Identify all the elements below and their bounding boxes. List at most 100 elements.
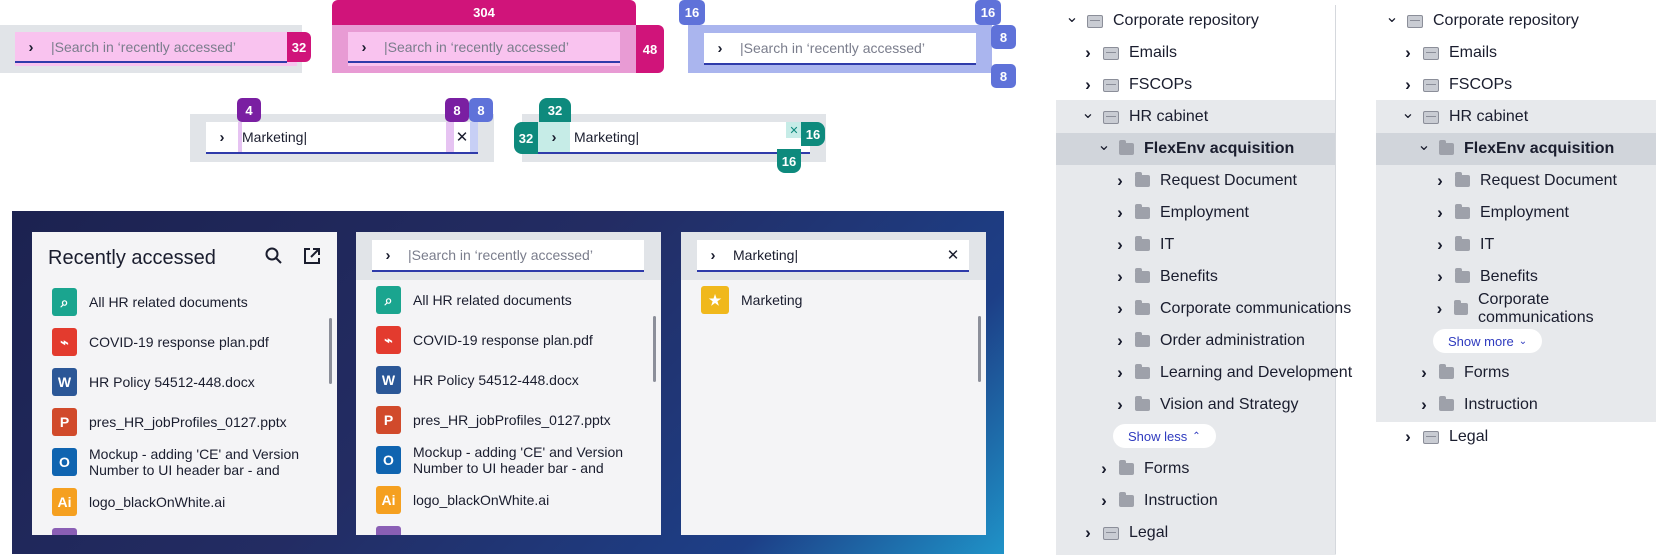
show-less-button[interactable]: Show less ⌃ — [1113, 424, 1216, 448]
tree-item[interactable]: › Legal — [1081, 517, 1168, 549]
scrollbar[interactable] — [329, 318, 332, 384]
tree-item[interactable]: › FSCOPs — [1081, 69, 1192, 101]
tree-item[interactable]: › Forms — [1417, 357, 1509, 389]
chevron-right-icon[interactable]: › — [1081, 75, 1095, 95]
list-item[interactable] — [32, 522, 337, 535]
list-item[interactable]: O Mockup - adding 'CE' and Version Number… — [32, 442, 337, 482]
chevron-right-icon[interactable]: › — [1113, 203, 1127, 223]
scrollbar[interactable] — [653, 316, 656, 382]
spec-badge: 16 — [975, 0, 1001, 25]
tree-root[interactable]: ⌄ Corporate repository — [1065, 5, 1259, 37]
tree-item[interactable]: › Order administration — [1113, 325, 1305, 357]
chevron-right-icon[interactable]: › — [1097, 459, 1111, 479]
search-input-value[interactable]: Marketing| — [733, 247, 798, 263]
chevron-right-icon[interactable]: › — [386, 247, 391, 264]
search-input-value[interactable]: Marketing| — [242, 129, 307, 145]
clear-icon[interactable]: ✕ — [943, 240, 963, 270]
tree-item[interactable]: › IT — [1433, 229, 1494, 261]
chevron-right-icon[interactable]: › — [1113, 171, 1127, 191]
chevron-down-icon[interactable]: ⌄ — [1417, 135, 1431, 155]
chevron-right-icon[interactable]: › — [718, 40, 723, 57]
list-item[interactable]: Ai logo_blackOnWhite.ai — [32, 482, 337, 522]
tree-item[interactable]: › Instruction — [1417, 389, 1538, 421]
list-item[interactable] — [356, 520, 661, 535]
chevron-right-icon[interactable]: › — [1113, 267, 1127, 287]
search-input-placeholder[interactable]: |Search in ‘recently accessed’ — [384, 39, 569, 55]
search-input-placeholder[interactable]: |Search in ‘recently accessed’ — [408, 247, 593, 263]
list-item[interactable]: ⌕ All HR related documents — [356, 280, 661, 320]
chevron-right-icon[interactable]: › — [1113, 395, 1127, 415]
list-item[interactable]: Ppres_HR_jobProfiles_0127.pptx — [32, 402, 337, 442]
list-item[interactable]: ★ Marketing — [681, 280, 986, 320]
tree-item[interactable]: › Corporate communications — [1113, 293, 1351, 325]
chevron-right-icon[interactable]: › — [1113, 299, 1127, 319]
tree-item[interactable]: ⌄ HR cabinet — [1081, 101, 1208, 133]
tree-item[interactable]: › IT — [1113, 229, 1174, 261]
chevron-right-icon[interactable]: › — [29, 39, 34, 56]
tree-item[interactable]: › Employment — [1433, 197, 1569, 229]
chevron-right-icon[interactable]: › — [1417, 363, 1431, 383]
chevron-down-icon[interactable]: ⌄ — [1401, 103, 1415, 123]
tree-root[interactable]: ⌄ Corporate repository — [1385, 5, 1579, 37]
tree-item[interactable]: ⌄ FlexEnv acquisition — [1097, 133, 1294, 165]
search-input-placeholder[interactable]: |Search in ‘recently accessed’ — [740, 40, 925, 56]
chevron-down-icon[interactable]: ⌄ — [1081, 103, 1095, 123]
chevron-right-icon[interactable]: › — [1113, 331, 1127, 351]
list-item[interactable]: Ppres_HR_jobProfiles_0127.pptx — [356, 400, 661, 440]
file-name: logo_blackOnWhite.ai — [89, 494, 226, 510]
list-item[interactable]: W HR Policy 54512-448.docx — [356, 360, 661, 400]
chevron-right-icon[interactable]: › — [1097, 491, 1111, 511]
chevron-right-icon[interactable]: › — [1433, 299, 1446, 319]
tree-item[interactable]: ⌄ HR cabinet — [1401, 101, 1528, 133]
tree-item[interactable]: › Instruction — [1097, 485, 1218, 517]
chevron-right-icon[interactable]: › — [1433, 235, 1447, 255]
search-input-value[interactable]: Marketing| — [574, 129, 639, 145]
list-item[interactable]: O Mockup - adding 'CE' and Version Number… — [356, 440, 661, 480]
search-input-placeholder[interactable]: |Search in ‘recently accessed’ — [51, 39, 236, 55]
tree-item[interactable]: › Request Document — [1433, 165, 1617, 197]
list-item[interactable]: ⌁ COVID-19 response plan.pdf — [356, 320, 661, 360]
tree-item[interactable]: › Benefits — [1433, 261, 1538, 293]
tree-item[interactable]: › Vision and Strategy — [1113, 389, 1298, 421]
tree-item[interactable]: › Learning and Development — [1113, 357, 1352, 389]
open-external-icon[interactable] — [302, 246, 322, 266]
chevron-right-icon[interactable]: › — [1401, 427, 1415, 447]
chevron-right-icon[interactable]: › — [1401, 43, 1415, 63]
tree-item[interactable]: › Benefits — [1113, 261, 1218, 293]
tree-item[interactable]: ⌄ FlexEnv acquisition — [1417, 133, 1614, 165]
chevron-right-icon[interactable]: › — [1433, 267, 1447, 287]
chevron-down-icon[interactable]: ⌄ — [1385, 7, 1399, 27]
chevron-right-icon[interactable]: › — [711, 247, 716, 264]
list-item[interactable]: ⌕ All HR related documents — [32, 282, 337, 322]
list-item[interactable]: W HR Policy 54512-448.docx — [32, 362, 337, 402]
tree-item[interactable]: › Emails — [1401, 37, 1497, 69]
chevron-right-icon[interactable]: › — [552, 129, 557, 146]
tree-item[interactable]: › Emails — [1081, 37, 1177, 69]
list-item[interactable]: Ai logo_blackOnWhite.ai — [356, 480, 661, 520]
chevron-right-icon[interactable]: › — [1433, 203, 1447, 223]
tree-item[interactable]: › Legal — [1401, 421, 1488, 453]
chevron-right-icon[interactable]: › — [1081, 523, 1095, 543]
chevron-right-icon[interactable]: › — [1113, 363, 1127, 383]
tree-item-label: FlexEnv acquisition — [1464, 140, 1615, 157]
chevron-down-icon[interactable]: ⌄ — [1065, 7, 1079, 27]
chevron-right-icon[interactable]: › — [1417, 395, 1431, 415]
tree-item[interactable]: › Employment — [1113, 197, 1249, 229]
chevron-right-icon[interactable]: › — [1401, 75, 1415, 95]
scrollbar[interactable] — [978, 316, 981, 382]
clear-icon[interactable]: ✕ — [454, 122, 470, 152]
chevron-down-icon[interactable]: ⌄ — [1097, 135, 1111, 155]
search-icon[interactable] — [264, 246, 284, 266]
chevron-right-icon[interactable]: › — [1433, 171, 1447, 191]
chevron-right-icon[interactable]: › — [220, 129, 225, 146]
tree-item[interactable]: › Corporate communications — [1433, 291, 1656, 326]
tree-item[interactable]: › FSCOPs — [1401, 69, 1512, 101]
list-item[interactable]: ⌁ COVID-19 response plan.pdf — [32, 322, 337, 362]
tree-item[interactable]: › Forms — [1097, 453, 1189, 485]
chevron-right-icon[interactable]: › — [1081, 43, 1095, 63]
chevron-right-icon[interactable]: › — [362, 39, 367, 56]
clear-icon[interactable]: ✕ — [786, 122, 802, 138]
show-more-button[interactable]: Show more ⌄ — [1433, 329, 1543, 353]
chevron-right-icon[interactable]: › — [1113, 235, 1127, 255]
tree-item[interactable]: › Request Document — [1113, 165, 1297, 197]
